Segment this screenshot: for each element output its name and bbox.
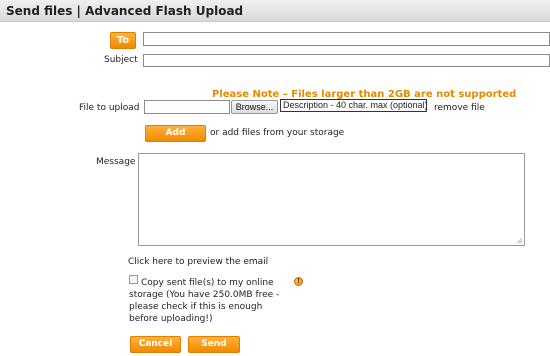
copy-to-storage-text: Copy sent file(s) to my online storage (…	[129, 278, 280, 324]
file-path-field[interactable]	[144, 100, 230, 114]
browse-button[interactable]: Browse...	[231, 100, 278, 114]
remove-file-link[interactable]: remove file	[434, 103, 485, 113]
preview-email-link[interactable]: Click here to preview the email	[128, 257, 268, 267]
to-button[interactable]: To	[110, 32, 136, 49]
add-another-button[interactable]: Add Another	[145, 125, 206, 153]
page-title: Send files | Advanced Flash Upload	[6, 4, 244, 18]
file-upload-label: File to upload	[79, 103, 140, 113]
to-field[interactable]	[143, 32, 550, 46]
description-field[interactable]: Description - 40 char. max (optional)	[280, 99, 427, 112]
cancel-button[interactable]: Cancel	[130, 336, 181, 353]
resize-grip-icon[interactable]	[516, 237, 522, 243]
subject-label: Subject	[104, 55, 138, 65]
add-from-storage-text: or add files from your storage	[210, 128, 345, 138]
title-bar: Send files | Advanced Flash Upload	[0, 0, 550, 22]
send-button[interactable]: Send	[188, 336, 240, 353]
subject-field[interactable]	[143, 54, 550, 67]
message-label: Message	[96, 157, 136, 167]
info-icon[interactable]: !	[294, 277, 303, 286]
message-textarea[interactable]	[138, 153, 525, 246]
